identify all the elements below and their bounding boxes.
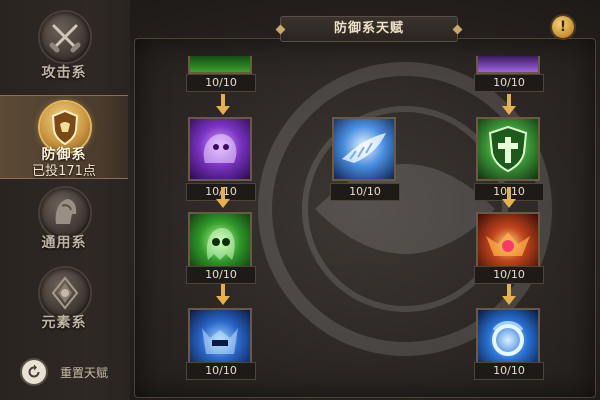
category-label-general: 通用系 [41, 235, 87, 251]
helmet-icon [40, 188, 90, 238]
talent-count: 10/10 [474, 362, 544, 380]
arrow-down-icon [216, 187, 230, 208]
talent-count: 10/10 [186, 266, 256, 284]
category-tab-attack[interactable]: 攻击系 [0, 12, 128, 82]
talent-count: 10/10 [474, 74, 544, 92]
talent-count: 10/10 [186, 362, 256, 380]
talent-count: 10/10 [330, 183, 400, 201]
category-label-attack: 攻击系 [41, 65, 87, 81]
arrow-down-icon [502, 284, 516, 305]
talent-screen: 攻击系 防御系 已投171点 通用系 元素系 重置天赋 防御系天赋 ! 10/1… [0, 0, 600, 400]
green-rune-icon [188, 56, 252, 74]
category-label-element: 元素系 [41, 315, 87, 331]
purple-demon-icon [188, 117, 252, 181]
talent-category-sidebar: 攻击系 防御系 已投171点 通用系 元素系 重置天赋 [0, 0, 130, 400]
talent-count: 10/10 [186, 74, 256, 92]
reset-icon [22, 360, 46, 384]
purple-rune-icon [476, 56, 540, 74]
talent-node-green-rune[interactable]: 10/10 [186, 56, 256, 92]
angel-wing-icon [332, 117, 396, 181]
arrow-down-icon [502, 94, 516, 115]
talent-node-blue-orb[interactable]: 10/10 [474, 308, 544, 392]
green-shield-cross-icon [476, 117, 540, 181]
defense-points-spent: 已投171点 [32, 164, 96, 179]
crossed-swords-icon [40, 12, 90, 62]
page-title: 防御系天赋 [280, 16, 458, 42]
talent-node-angel-wing[interactable]: 10/10 [330, 117, 400, 201]
arrow-down-icon [216, 284, 230, 305]
reset-talents-label: 重置天赋 [60, 365, 109, 380]
category-tab-defense[interactable]: 防御系 已投171点 [0, 95, 128, 179]
category-tab-element[interactable]: 元素系 [0, 268, 128, 338]
category-tab-general[interactable]: 通用系 [0, 188, 128, 258]
talent-count: 10/10 [474, 266, 544, 284]
arrow-down-icon [216, 94, 230, 115]
diamond-crystal-icon [40, 268, 90, 318]
reset-talents-button[interactable]: 重置天赋 [22, 358, 108, 386]
exclamation-icon[interactable]: ! [552, 16, 574, 38]
talent-node-purple-rune[interactable]: 10/10 [474, 56, 544, 92]
arrow-down-icon [502, 187, 516, 208]
talent-node-blue-horned-helm[interactable]: 10/10 [186, 308, 256, 392]
